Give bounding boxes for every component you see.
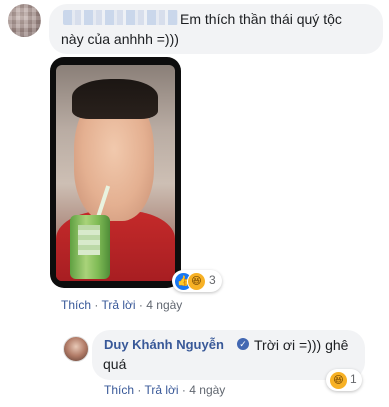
commenter-avatar[interactable]	[8, 4, 41, 37]
comment-text-line2: này của anhhh =)))	[61, 31, 179, 47]
comment-actions: Thích · Trả lời · 4 ngày	[61, 297, 182, 313]
reply-reactions[interactable]: 😆 1	[326, 369, 362, 391]
reaction-count: 3	[209, 273, 216, 287]
commenter-name-blurred[interactable]	[63, 10, 178, 25]
comment-text-line1: Em thích thần thái quý tộc	[180, 11, 342, 27]
reaction-count: 1	[350, 372, 357, 386]
reply-timestamp[interactable]: 4 ngày	[189, 383, 225, 397]
reply-link[interactable]: Trả lời	[101, 298, 135, 312]
reply-author-avatar[interactable]	[63, 336, 89, 362]
comment-reactions[interactable]: 👍 😆 3	[172, 270, 222, 292]
separator: ·	[138, 298, 143, 312]
haha-icon: 😆	[329, 371, 348, 390]
like-link[interactable]: Thích	[104, 383, 134, 397]
separator: ·	[137, 383, 142, 397]
like-link[interactable]: Thích	[61, 298, 91, 312]
reply-link[interactable]: Trả lời	[144, 383, 178, 397]
comment-timestamp[interactable]: 4 ngày	[146, 298, 182, 312]
comment-photo[interactable]	[50, 57, 181, 288]
reply-actions: Thích · Trả lời · 4 ngày	[104, 382, 225, 398]
reply-text-line1: Trời ơi =))) ghê	[254, 337, 349, 353]
haha-icon: 😆	[187, 272, 206, 291]
verified-badge-icon: ✓	[237, 338, 249, 350]
separator: ·	[94, 298, 99, 312]
reply-text-line2: quá	[103, 356, 127, 372]
separator: ·	[181, 383, 186, 397]
reply-author-name[interactable]: Duy Khánh Nguyễn	[104, 337, 224, 352]
